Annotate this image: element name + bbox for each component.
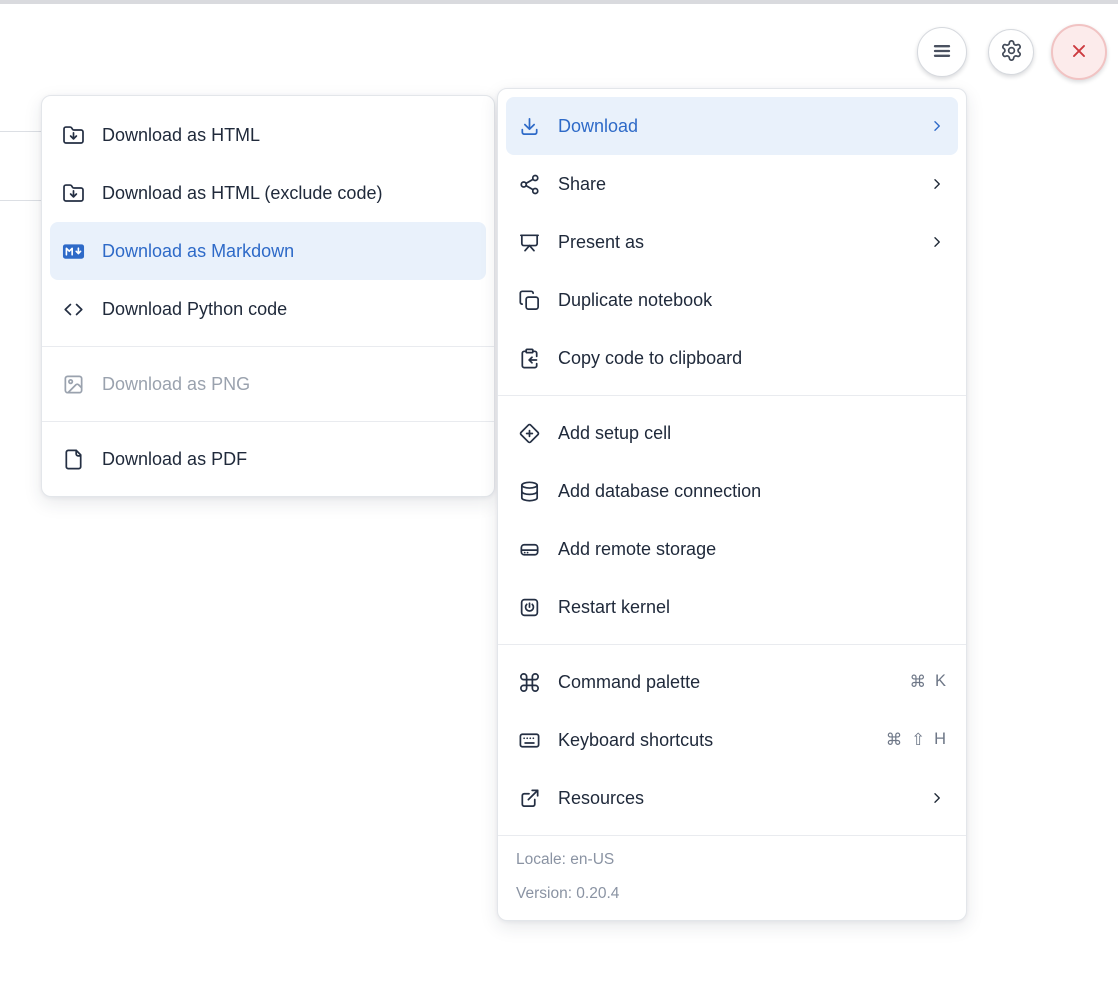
hamburger-menu-icon — [930, 39, 954, 66]
locale-text: Locale: en-US — [516, 843, 948, 877]
menu-item-restart-kernel[interactable]: Restart kernel — [506, 578, 958, 636]
shortcut-key: H — [934, 730, 946, 750]
menu-item-keyboard-shortcuts[interactable]: Keyboard shortcuts ⌘ ⇧ H — [506, 711, 958, 769]
menu-item-duplicate-notebook[interactable]: Duplicate notebook — [506, 271, 958, 329]
markdown-download-icon — [62, 240, 85, 263]
code-icon — [62, 298, 85, 321]
shortcut-hint: ⌘K — [909, 672, 946, 692]
download-icon — [518, 115, 541, 138]
window-top-border — [0, 0, 1118, 4]
menu-item-add-database-connection[interactable]: Add database connection — [506, 462, 958, 520]
menu-item-label: Resources — [558, 788, 644, 809]
chevron-right-icon — [928, 233, 946, 251]
menu-item-add-remote-storage[interactable]: Add remote storage — [506, 520, 958, 578]
menu-item-resources[interactable]: Resources — [506, 769, 958, 827]
gear-icon — [1000, 39, 1023, 65]
file-icon — [62, 448, 85, 471]
menu-item-label: Add database connection — [558, 481, 761, 502]
version-text: Version: 0.20.4 — [516, 877, 948, 911]
shortcut-hint: ⌘ ⇧ H — [886, 730, 946, 750]
menu-group: Add setup cell Add database connection Add… — [498, 396, 966, 644]
menu-item-label: Download as HTML (exclude code) — [102, 183, 382, 204]
menu-item-label: Keyboard shortcuts — [558, 730, 713, 751]
menu-item-label: Duplicate notebook — [558, 290, 712, 311]
menu-item-label: Add setup cell — [558, 423, 671, 444]
shortcut-key: ⌘ — [909, 672, 926, 692]
menu-item-download[interactable]: Download — [506, 97, 958, 155]
command-icon — [518, 671, 541, 694]
menu-item-download-as-png: Download as PNG — [50, 355, 486, 413]
menu-footer: Locale: en-US Version: 0.20.4 — [498, 835, 966, 920]
menu-item-share[interactable]: Share — [506, 155, 958, 213]
database-icon — [518, 480, 541, 503]
menu-item-label: Share — [558, 174, 606, 195]
external-link-icon — [518, 787, 541, 810]
menu-item-label: Download as HTML — [102, 125, 260, 146]
menu-item-label: Download as Markdown — [102, 241, 294, 262]
share-icon — [518, 173, 541, 196]
menu-item-label: Restart kernel — [558, 597, 670, 618]
background-cell-border-top — [0, 131, 42, 132]
menu-item-present-as[interactable]: Present as — [506, 213, 958, 271]
menu-group: Download as HTML Download as HTML (exclud… — [42, 96, 494, 346]
menu-item-download-as-html-exclude-code[interactable]: Download as HTML (exclude code) — [50, 164, 486, 222]
chevron-right-icon — [928, 117, 946, 135]
shortcut-key: K — [935, 672, 946, 692]
menu-group: Command palette⌘KKeyboard shortcuts⌘⇧HRe… — [498, 645, 966, 835]
settings-button[interactable] — [988, 29, 1034, 75]
folder-down-icon — [62, 124, 85, 147]
menu-item-label: Download as PDF — [102, 449, 247, 470]
notebook-menu-button[interactable] — [917, 27, 967, 77]
shortcut-key: ⇧ — [911, 730, 925, 750]
background-cell-border-bottom — [0, 200, 42, 201]
menu-group: Download Share Present as Duplicate noteboo… — [498, 89, 966, 395]
close-icon — [1068, 40, 1090, 65]
menu-item-download-python-code[interactable]: Download Python code — [50, 280, 486, 338]
image-icon — [62, 373, 85, 396]
menu-item-download-as-markdown[interactable]: Download as Markdown — [50, 222, 486, 280]
menu-group: Download as PNG — [42, 347, 494, 421]
copy-icon — [518, 289, 541, 312]
diamond-plus-icon — [518, 422, 541, 445]
download-submenu: Download as HTML Download as HTML (exclud… — [41, 95, 495, 497]
menu-item-label: Copy code to clipboard — [558, 348, 742, 369]
menu-item-label: Download as PNG — [102, 374, 250, 395]
menu-item-download-as-html[interactable]: Download as HTML — [50, 106, 486, 164]
menu-item-label: Present as — [558, 232, 644, 253]
menu-item-label: Download — [558, 116, 638, 137]
menu-item-label: Download Python code — [102, 299, 287, 320]
close-button[interactable] — [1051, 24, 1107, 80]
shortcut-key: ⌘ — [886, 730, 903, 750]
folder-down-icon — [62, 182, 85, 205]
notebook-actions-menu: Download Share Present as Duplicate noteboo… — [497, 88, 967, 921]
presentation-icon — [518, 231, 541, 254]
menu-item-add-setup-cell[interactable]: Add setup cell — [506, 404, 958, 462]
menu-item-command-palette[interactable]: Command palette⌘K — [506, 653, 958, 711]
square-power-icon — [518, 596, 541, 619]
keyboard-icon — [518, 729, 541, 752]
menu-item-label: Add remote storage — [558, 539, 716, 560]
menu-group: Download as PDF — [42, 422, 494, 496]
hard-drive-icon — [518, 538, 541, 561]
chevron-right-icon — [928, 175, 946, 193]
menu-item-copy-code-to-clipboard[interactable]: Copy code to clipboard — [506, 329, 958, 387]
menu-item-download-as-pdf[interactable]: Download as PDF — [50, 430, 486, 488]
chevron-right-icon — [928, 789, 946, 807]
menu-item-label: Command palette — [558, 672, 700, 693]
clipboard-copy-icon — [518, 347, 541, 370]
